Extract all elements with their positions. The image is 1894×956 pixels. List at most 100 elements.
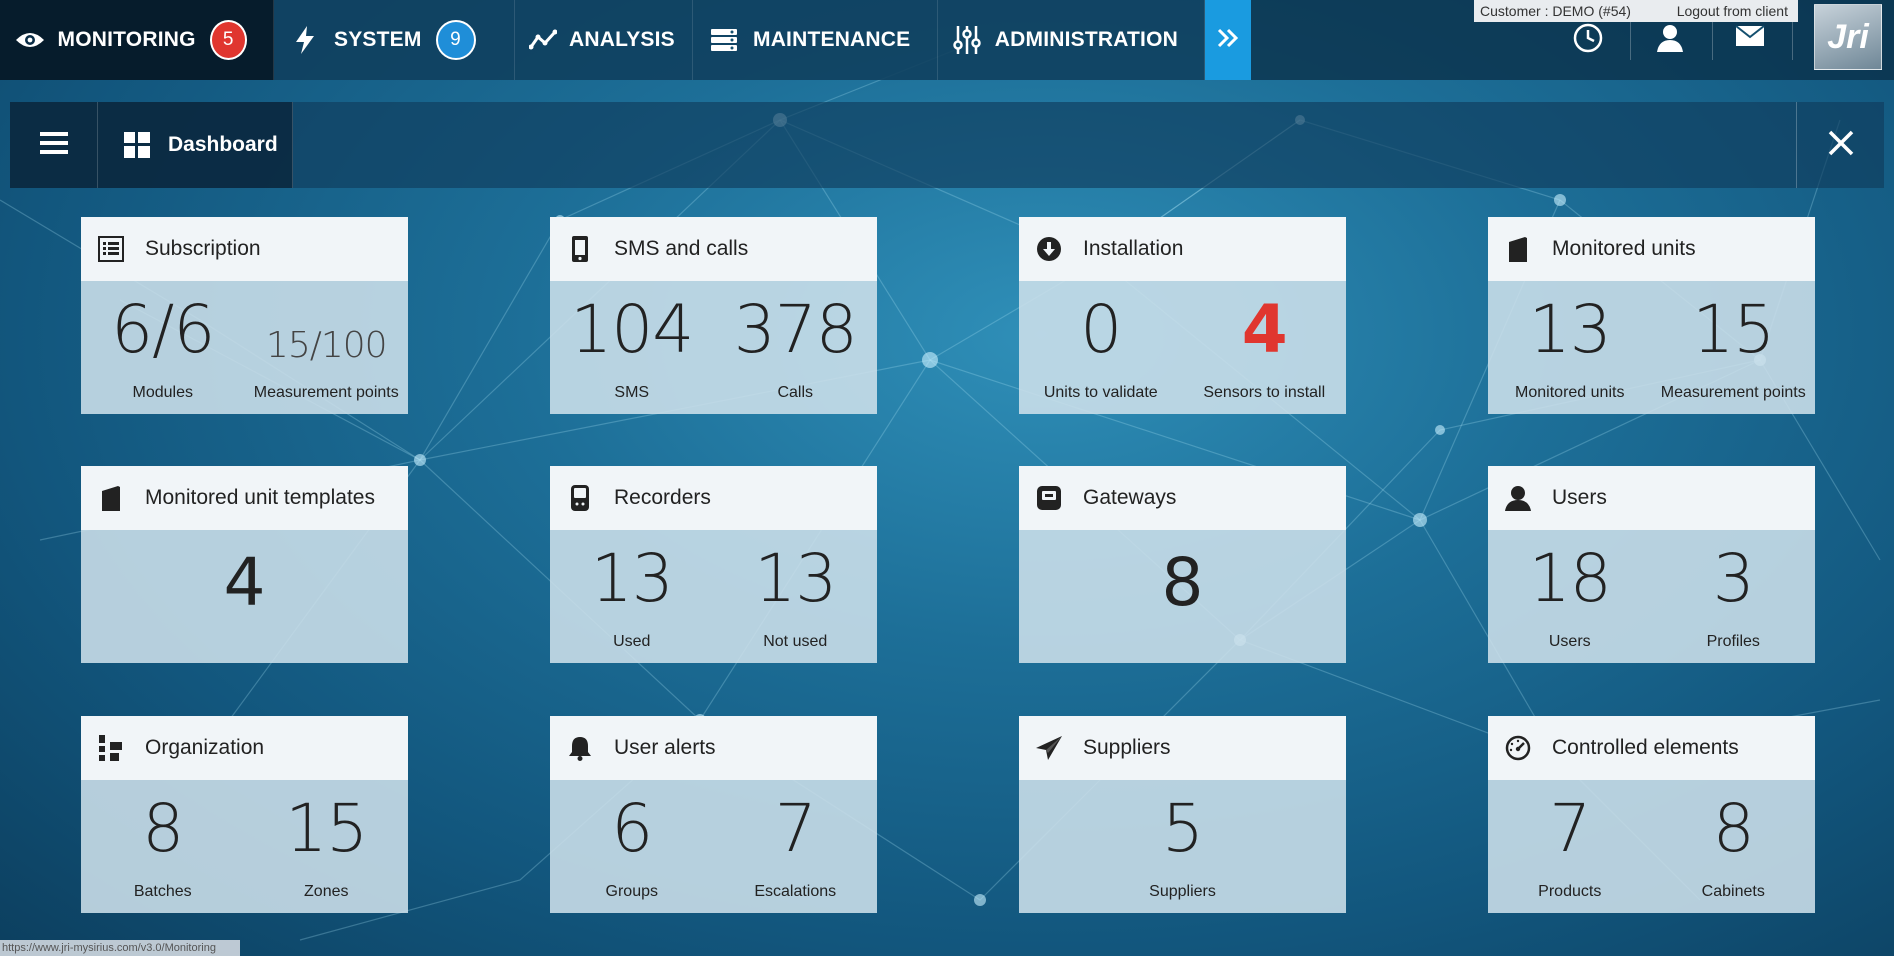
system-alert-badge: 9 bbox=[435, 20, 476, 60]
nav-administration[interactable]: ADMINISTRATION bbox=[938, 0, 1205, 80]
stat-label: Measurement points bbox=[1660, 384, 1806, 401]
monitoring-alert-badge: 5 bbox=[209, 20, 247, 60]
logo-text: Jri bbox=[1827, 17, 1869, 56]
stat-value: 6/6 bbox=[111, 291, 215, 368]
card-header: SMS and calls bbox=[550, 217, 877, 281]
card-header: User alerts bbox=[550, 716, 877, 780]
card-header: Users bbox=[1488, 466, 1815, 530]
nav-more-button[interactable] bbox=[1205, 0, 1251, 80]
stat-products: 7 Products bbox=[1488, 780, 1652, 913]
stat-label: Batches bbox=[133, 883, 192, 900]
stat-value: 15 bbox=[1692, 291, 1775, 368]
nav-monitoring[interactable]: MONITORING 5 bbox=[0, 0, 274, 80]
stat-value: 15 bbox=[285, 790, 368, 867]
gateway-icon bbox=[1035, 484, 1063, 512]
card-monitored-units[interactable]: Monitored units 13 Monitored units 15 Me… bbox=[1488, 217, 1815, 414]
stat-label: Modules bbox=[132, 384, 193, 401]
tab-dashboard[interactable]: Dashboard bbox=[98, 102, 293, 188]
organization-icon bbox=[97, 734, 125, 762]
stat-cabinets: 8 Cabinets bbox=[1652, 780, 1816, 913]
card-title: Gateways bbox=[1083, 486, 1177, 509]
stat-measurement-points: 15/100 Measurement points bbox=[245, 281, 409, 414]
stat-label: Used bbox=[613, 633, 651, 650]
stat-value: 378 bbox=[733, 291, 858, 368]
stat-zones: 15 Zones bbox=[245, 780, 409, 913]
grid-icon bbox=[124, 132, 150, 158]
card-header: Installation bbox=[1019, 217, 1346, 281]
gauge-icon bbox=[1504, 734, 1532, 762]
card-monitored-unit-templates[interactable]: Monitored unit templates 4 bbox=[81, 466, 408, 663]
card-title: Users bbox=[1552, 486, 1607, 509]
panel-header: Dashboard bbox=[10, 102, 1884, 188]
download-icon bbox=[1035, 235, 1063, 263]
card-controlled-elements[interactable]: Controlled elements 7 Products 8 Cabinet… bbox=[1488, 716, 1815, 913]
stat-label: Units to validate bbox=[1043, 384, 1158, 401]
card-sms-and-calls[interactable]: SMS and calls 104 SMS 378 Calls bbox=[550, 217, 877, 414]
nav-analysis[interactable]: ANALYSIS bbox=[515, 0, 693, 80]
stat-not-used: 13 Not used bbox=[714, 530, 878, 663]
stat-label: Users bbox=[1548, 633, 1591, 650]
card-title: Recorders bbox=[614, 486, 711, 509]
nav-system-label: SYSTEM bbox=[334, 28, 422, 51]
nav-analysis-label: ANALYSIS bbox=[569, 28, 675, 51]
card-recorders[interactable]: Recorders 13 Used 13 Not used bbox=[550, 466, 877, 663]
card-title: Subscription bbox=[145, 237, 261, 260]
card-title: Installation bbox=[1083, 237, 1184, 260]
card-installation[interactable]: Installation 0 Units to validate 4 Senso… bbox=[1019, 217, 1346, 414]
history-button[interactable] bbox=[1568, 20, 1608, 60]
stat-users: 18 Users bbox=[1488, 530, 1652, 663]
card-header: Suppliers bbox=[1019, 716, 1346, 780]
card-header: Monitored units bbox=[1488, 217, 1815, 281]
stat-label: Zones bbox=[304, 883, 349, 900]
stat-label: Calls bbox=[777, 384, 814, 401]
profile-button[interactable] bbox=[1650, 20, 1690, 60]
stat-label: SMS bbox=[614, 384, 650, 401]
card-organization[interactable]: Organization 8 Batches 15 Zones bbox=[81, 716, 408, 913]
close-panel-button[interactable] bbox=[1796, 102, 1884, 188]
card-title: Controlled elements bbox=[1552, 736, 1739, 759]
card-user-alerts[interactable]: User alerts 6 Groups 7 Escalations bbox=[550, 716, 877, 913]
card-title: Monitored unit templates bbox=[145, 486, 375, 509]
stat-value: 18 bbox=[1528, 540, 1612, 617]
stat-label: Suppliers bbox=[1149, 883, 1216, 900]
messages-button[interactable] bbox=[1730, 18, 1770, 58]
nav-maintenance-label: MAINTENANCE bbox=[753, 28, 911, 51]
stat-label: Groups bbox=[605, 883, 658, 900]
bell-icon bbox=[566, 734, 594, 762]
menu-button[interactable] bbox=[10, 102, 98, 188]
stat-modules: 6/6 Modules bbox=[81, 281, 245, 414]
stat-value: 13 bbox=[754, 540, 837, 617]
stat-escalations: 7 Escalations bbox=[714, 780, 878, 913]
stat-value: 8 bbox=[142, 790, 184, 867]
stat-profiles: 3 Profiles bbox=[1652, 530, 1816, 663]
chart-line-icon bbox=[529, 25, 557, 55]
card-subscription[interactable]: Subscription 6/6 Modules 15/100 Measurem… bbox=[81, 217, 408, 414]
nav-maintenance[interactable]: MAINTENANCE bbox=[693, 0, 938, 80]
stat-label: Escalations bbox=[754, 883, 837, 900]
hamburger-icon bbox=[39, 131, 68, 160]
card-gateways[interactable]: Gateways 8 bbox=[1019, 466, 1346, 663]
card-header: Recorders bbox=[550, 466, 877, 530]
lightning-icon bbox=[288, 25, 322, 55]
card-header: Gateways bbox=[1019, 466, 1346, 530]
paper-plane-icon bbox=[1035, 734, 1063, 762]
fridge-icon bbox=[97, 484, 125, 512]
stat-sensors-to-install: 4 Sensors to install bbox=[1183, 281, 1347, 414]
envelope-icon bbox=[1735, 24, 1765, 52]
nav-system[interactable]: SYSTEM 9 bbox=[274, 0, 515, 80]
stat-templates: 4 bbox=[81, 530, 408, 663]
eye-icon bbox=[14, 25, 46, 55]
card-title: User alerts bbox=[614, 736, 716, 759]
card-users[interactable]: Users 18 Users 3 Profiles bbox=[1488, 466, 1815, 663]
card-title: SMS and calls bbox=[614, 237, 749, 260]
nav-monitoring-label: MONITORING bbox=[57, 28, 196, 51]
stat-gateways: 8 bbox=[1019, 530, 1346, 663]
card-suppliers[interactable]: Suppliers 5 Suppliers bbox=[1019, 716, 1346, 913]
logout-link[interactable]: Logout from client bbox=[1677, 3, 1788, 19]
stat-measurement-points: 15 Measurement points bbox=[1652, 281, 1816, 414]
list-icon bbox=[97, 235, 125, 263]
card-header: Controlled elements bbox=[1488, 716, 1815, 780]
stat-label: Profiles bbox=[1706, 633, 1760, 650]
double-chevron-right-icon bbox=[1217, 28, 1239, 53]
stat-value: 13 bbox=[1528, 291, 1612, 368]
